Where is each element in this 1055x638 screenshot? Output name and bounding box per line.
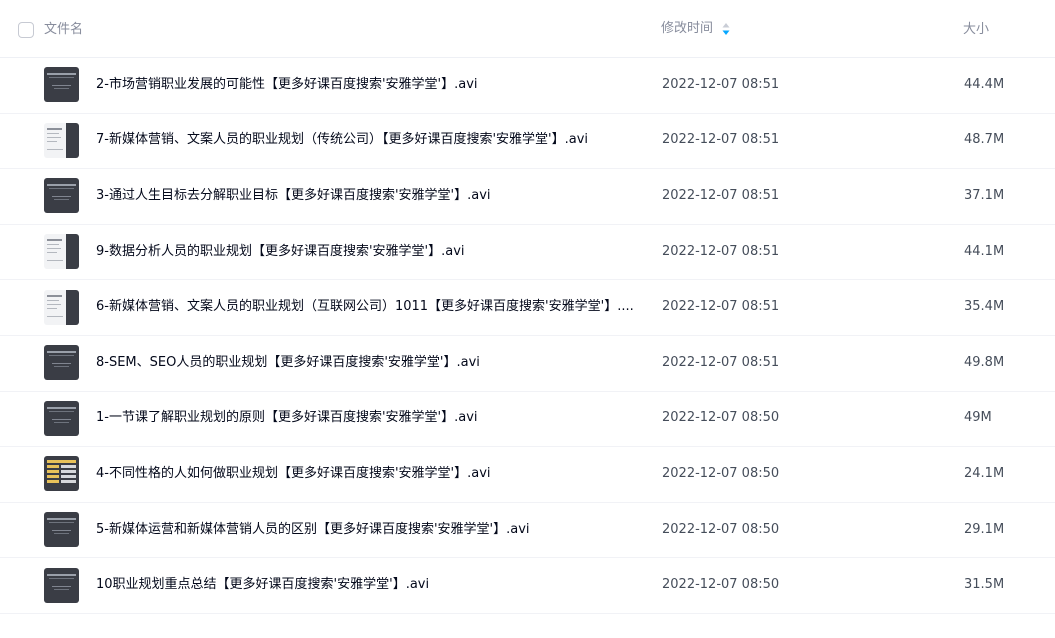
file-name[interactable]: 4-不同性格的人如何做职业规划【更多好课百度搜索'安雅学堂'】.avi (96, 465, 636, 483)
file-modified-time: 2022-12-07 08:50 (662, 410, 780, 426)
file-name[interactable]: 1-一节课了解职业规划的原则【更多好课百度搜索'安雅学堂'】.avi (96, 409, 636, 427)
file-name[interactable]: 9-数据分析人员的职业规划【更多好课百度搜索'安雅学堂'】.avi (96, 243, 636, 261)
file-modified-time: 2022-12-07 08:51 (662, 299, 780, 315)
file-name[interactable]: 2-市场营销职业发展的可能性【更多好课百度搜索'安雅学堂'】.avi (96, 76, 636, 94)
file-size: 35.4M (964, 299, 1005, 315)
file-name[interactable]: 6-新媒体营销、文案人员的职业规划（互联网公司）1011【更多好课百度搜索'安雅… (96, 298, 636, 316)
file-size: 24.1M (964, 465, 1005, 481)
sort-icon[interactable] (721, 22, 731, 36)
column-header-time[interactable]: 修改时间 (661, 20, 731, 38)
column-header-time-label: 修改时间 (661, 21, 714, 36)
file-row[interactable]: 3-通过人生目标去分解职业目标【更多好课百度搜索'安雅学堂'】.avi 2022-… (0, 169, 1055, 225)
file-modified-time: 2022-12-07 08:51 (662, 243, 780, 259)
file-modified-time: 2022-12-07 08:50 (662, 577, 780, 593)
column-header-name[interactable]: 文件名 (44, 21, 83, 39)
file-size: 44.1M (964, 243, 1005, 259)
file-modified-time: 2022-12-07 08:51 (662, 187, 780, 203)
video-thumbnail[interactable] (44, 122, 79, 158)
video-thumbnail[interactable] (44, 400, 79, 436)
video-thumbnail[interactable] (44, 289, 79, 325)
file-row[interactable]: 1-一节课了解职业规划的原则【更多好课百度搜索'安雅学堂'】.avi 2022-1… (0, 392, 1055, 448)
file-name[interactable]: 7-新媒体营销、文案人员的职业规划（传统公司）【更多好课百度搜索'安雅学堂'】.… (96, 131, 636, 149)
file-name[interactable]: 5-新媒体运营和新媒体营销人员的区别【更多好课百度搜索'安雅学堂'】.avi (96, 521, 636, 539)
file-size: 37.1M (964, 187, 1005, 203)
file-size: 29.1M (964, 521, 1005, 537)
file-size: 44.4M (964, 76, 1005, 92)
file-list: 文件名 修改时间 大小 2-市场营销职业发展的可能性【更多好课百度搜索'安雅学堂… (0, 0, 1055, 638)
file-modified-time: 2022-12-07 08:51 (662, 354, 780, 370)
video-thumbnail[interactable] (44, 512, 79, 548)
video-thumbnail[interactable] (44, 345, 79, 381)
video-thumbnail[interactable] (44, 456, 79, 492)
video-thumbnail[interactable] (44, 234, 79, 270)
file-name[interactable]: 3-通过人生目标去分解职业目标【更多好课百度搜索'安雅学堂'】.avi (96, 187, 636, 205)
file-name[interactable]: 10职业规划重点总结【更多好课百度搜索'安雅学堂'】.avi (96, 576, 636, 594)
file-row[interactable]: 8-SEM、SEO人员的职业规划【更多好课百度搜索'安雅学堂'】.avi 2022… (0, 336, 1055, 392)
file-size: 49.8M (964, 354, 1005, 370)
file-modified-time: 2022-12-07 08:51 (662, 132, 780, 148)
file-row[interactable]: 6-新媒体营销、文案人员的职业规划（互联网公司）1011【更多好课百度搜索'安雅… (0, 280, 1055, 336)
list-header: 文件名 修改时间 大小 (0, 0, 1055, 58)
file-row[interactable]: 5-新媒体运营和新媒体营销人员的区别【更多好课百度搜索'安雅学堂'】.avi 20… (0, 503, 1055, 559)
file-modified-time: 2022-12-07 08:50 (662, 521, 780, 537)
video-thumbnail[interactable] (44, 178, 79, 214)
file-size: 49M (964, 410, 992, 426)
file-row[interactable]: 4-不同性格的人如何做职业规划【更多好课百度搜索'安雅学堂'】.avi 2022-… (0, 447, 1055, 503)
file-row[interactable]: 9-数据分析人员的职业规划【更多好课百度搜索'安雅学堂'】.avi 2022-12… (0, 225, 1055, 281)
file-row[interactable]: 7-新媒体营销、文案人员的职业规划（传统公司）【更多好课百度搜索'安雅学堂'】.… (0, 114, 1055, 170)
video-thumbnail[interactable] (44, 67, 79, 103)
file-size: 31.5M (964, 577, 1005, 593)
file-modified-time: 2022-12-07 08:51 (662, 76, 780, 92)
select-all-checkbox[interactable] (18, 22, 34, 38)
file-row[interactable]: 2-市场营销职业发展的可能性【更多好课百度搜索'安雅学堂'】.avi 2022-1… (0, 58, 1055, 114)
column-header-size[interactable]: 大小 (963, 21, 989, 39)
file-modified-time: 2022-12-07 08:50 (662, 465, 780, 481)
file-name[interactable]: 8-SEM、SEO人员的职业规划【更多好课百度搜索'安雅学堂'】.avi (96, 354, 636, 372)
video-thumbnail[interactable] (44, 567, 79, 603)
file-size: 48.7M (964, 132, 1005, 148)
file-row[interactable]: 10职业规划重点总结【更多好课百度搜索'安雅学堂'】.avi 2022-12-07… (0, 558, 1055, 614)
